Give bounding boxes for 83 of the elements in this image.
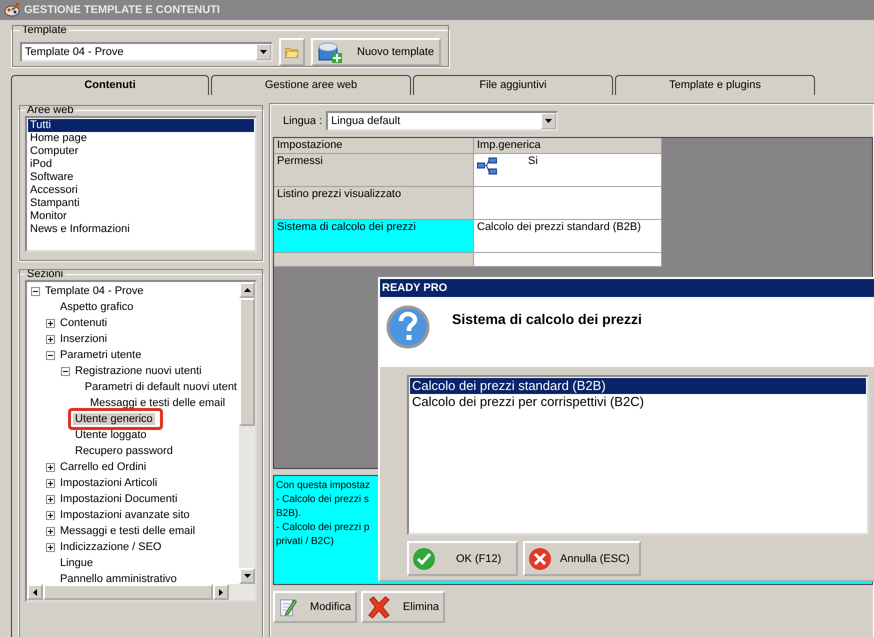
- tree-item[interactable]: Indicizzazione / SEO: [58, 541, 164, 553]
- question-icon: [386, 305, 430, 349]
- open-folder-button[interactable]: [279, 38, 305, 66]
- tree-item[interactable]: Utente loggato: [73, 429, 149, 441]
- tree-item[interactable]: Lingue: [58, 557, 96, 569]
- template-dropdown[interactable]: Template 04 - Prove: [20, 42, 273, 62]
- list-item[interactable]: Computer: [28, 145, 254, 158]
- tab[interactable]: Gestione aree web: [211, 75, 411, 95]
- down-arrow-icon: [244, 574, 250, 578]
- cell-value: Calcolo dei prezzi standard (B2B): [477, 221, 641, 233]
- table-cell: Permessi: [274, 154, 474, 187]
- expander-icon[interactable]: [46, 350, 55, 360]
- check-icon: [412, 546, 436, 570]
- description-text: Con questa impostaz: [276, 479, 371, 493]
- ok-button[interactable]: OK (F12): [407, 541, 518, 576]
- hierarchy-icon: [477, 157, 497, 175]
- delete-button[interactable]: Elimina: [361, 591, 445, 623]
- tab[interactable]: Contenuti: [11, 75, 209, 95]
- expander-icon[interactable]: [46, 494, 55, 504]
- tree-item[interactable]: Messaggi e testi delle email: [58, 525, 198, 537]
- tree-item[interactable]: Utente generico: [73, 413, 155, 425]
- box-plus-icon: [317, 40, 343, 64]
- expander-icon[interactable]: [46, 478, 55, 488]
- dialog-title: READY PRO: [380, 279, 874, 297]
- language-label: Lingua :: [283, 115, 322, 127]
- palette-icon: [4, 3, 20, 17]
- expander-icon[interactable]: [31, 286, 40, 296]
- right-arrow-icon: [219, 588, 223, 596]
- tree-item[interactable]: Parametri di default nuovi utent: [82, 381, 239, 393]
- tree-item[interactable]: Impostazioni Articoli: [58, 477, 160, 489]
- list-item[interactable]: Calcolo dei prezzi per corrispettivi (B2C): [410, 394, 866, 410]
- expander-icon[interactable]: [46, 318, 55, 328]
- tab[interactable]: Template e plugins: [615, 75, 815, 95]
- expander-icon[interactable]: [46, 510, 55, 520]
- left-arrow-icon: [33, 588, 37, 596]
- edit-button[interactable]: Modifica: [273, 591, 357, 623]
- tree-item[interactable]: Parametri utente: [58, 349, 144, 361]
- group-label: Sezioni: [26, 268, 64, 280]
- description-text: - Calcolo dei prezzi s: [276, 493, 370, 507]
- description-text: - Calcolo dei prezzi p: [276, 521, 370, 535]
- cross-icon: [367, 594, 391, 620]
- vertical-scrollbar[interactable]: [239, 282, 255, 584]
- tree-item[interactable]: Aspetto grafico: [58, 301, 136, 313]
- up-arrow-icon: [244, 288, 250, 292]
- tree-item[interactable]: Carrello ed Ordini: [58, 461, 148, 473]
- dialog-heading: Sistema di calcolo dei prezzi: [452, 311, 642, 327]
- expander-icon[interactable]: [46, 526, 55, 536]
- list-item[interactable]: Calcolo dei prezzi standard (B2B): [410, 378, 866, 394]
- close-icon: [528, 546, 552, 570]
- tree-item[interactable]: Messaggi e testi delle email: [88, 397, 228, 409]
- description-text: B2B).: [276, 507, 302, 521]
- group-label: Template: [21, 24, 68, 36]
- expander-icon[interactable]: [46, 462, 55, 472]
- language-dropdown[interactable]: Lingua default: [326, 111, 558, 131]
- table-cell: Sistema di calcolo dei prezzi: [274, 220, 474, 253]
- description-text: privati / B2C): [276, 535, 335, 549]
- list-item[interactable]: Tutti: [28, 119, 254, 132]
- tree-item[interactable]: Template 04 - Prove: [43, 285, 146, 297]
- window-title: GESTIONE TEMPLATE E CONTENUTI: [24, 4, 220, 16]
- expander-icon[interactable]: [61, 366, 70, 376]
- list-item[interactable]: Monitor: [28, 210, 254, 223]
- list-item[interactable]: Home page: [28, 132, 254, 145]
- cancel-button[interactable]: Annulla (ESC): [523, 541, 641, 576]
- tree-item[interactable]: Pannello amministrativo: [58, 573, 179, 584]
- tree-item[interactable]: Contenuti: [58, 317, 110, 329]
- tree-item[interactable]: Inserzioni: [58, 333, 110, 345]
- tree-item[interactable]: Impostazioni avanzate sito: [58, 509, 192, 521]
- list-item[interactable]: Software: [28, 171, 254, 184]
- expander-icon[interactable]: [46, 334, 55, 344]
- group-label: Aree web: [26, 104, 74, 116]
- cell-value: Si: [528, 155, 538, 167]
- list-item[interactable]: Accessori: [28, 184, 254, 197]
- tab[interactable]: File aggiuntivi: [413, 75, 613, 95]
- tree-item[interactable]: Impostazioni Documenti: [58, 493, 180, 505]
- new-template-button[interactable]: Nuovo template: [311, 38, 441, 66]
- horizontal-scrollbar[interactable]: [27, 584, 255, 600]
- list-item[interactable]: Stampanti: [28, 197, 254, 210]
- table-cell: Listino prezzi visualizzato: [274, 187, 474, 220]
- tree-item[interactable]: Recupero password: [73, 445, 175, 457]
- tree-item[interactable]: Registrazione nuovi utenti: [73, 365, 204, 377]
- expander-icon[interactable]: [46, 542, 55, 552]
- list-item[interactable]: iPod: [28, 158, 254, 171]
- list-item[interactable]: News e Informazioni: [28, 223, 254, 236]
